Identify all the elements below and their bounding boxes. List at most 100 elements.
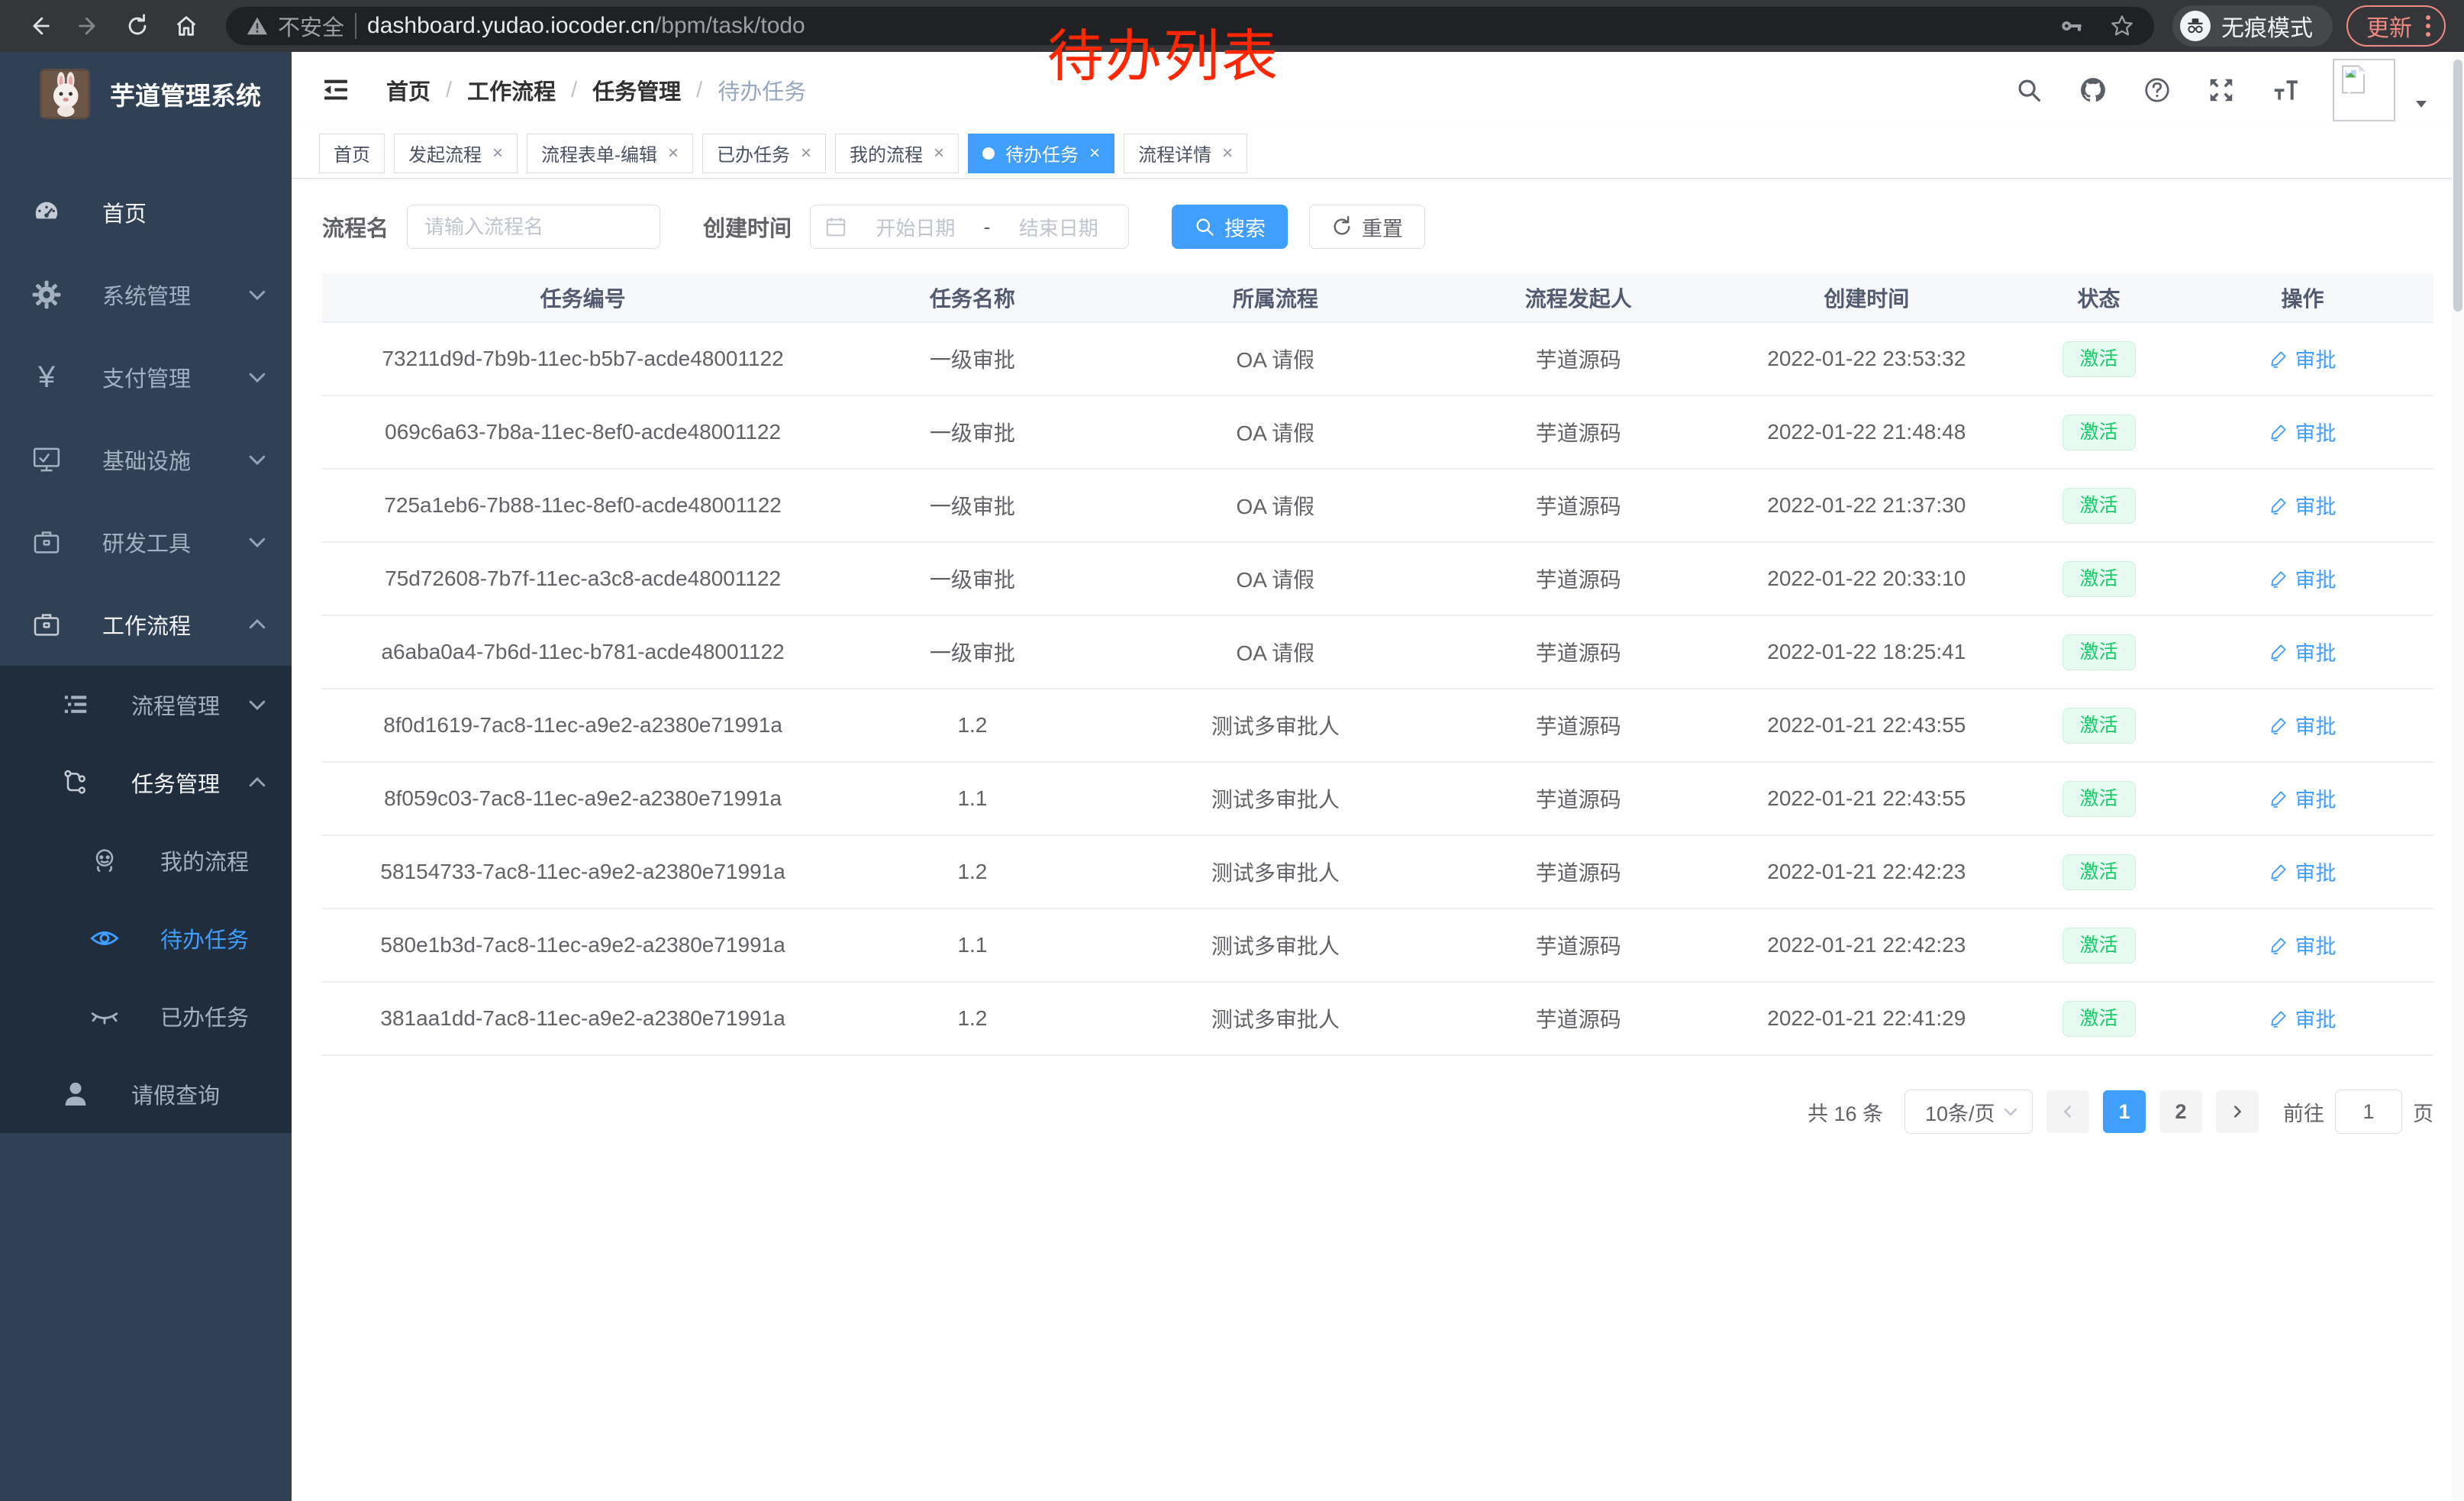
sidebar-item-my-process[interactable]: 我的流程 (0, 822, 292, 899)
caret-down-icon[interactable] (2412, 95, 2430, 117)
github-icon[interactable] (2076, 73, 2110, 107)
url-bar[interactable]: 不安全 dashboard.yudao.iocoder.cn/bpm/task/… (226, 7, 2154, 45)
tab-start-process[interactable]: 发起流程× (394, 134, 518, 173)
cell-status: 激活 (2026, 469, 2172, 542)
sidebar-item-system[interactable]: 系统管理 (0, 253, 292, 336)
cell-process: 测试多审批人 (1101, 689, 1450, 762)
sidebar-item-label: 已办任务 (160, 1000, 269, 1032)
close-icon[interactable]: × (492, 144, 503, 163)
sidebar-item-done-tasks[interactable]: 已办任务 (0, 977, 292, 1055)
search-button[interactable]: 搜索 (1172, 205, 1288, 249)
tab-label: 待办任务 (1005, 140, 1079, 166)
approve-link[interactable]: 审批 (2269, 710, 2336, 740)
approve-link[interactable]: 审批 (2269, 344, 2336, 373)
sidebar-collapse-icon[interactable] (319, 73, 353, 107)
tab-done-tasks[interactable]: 已办任务× (702, 134, 826, 173)
close-icon[interactable]: × (668, 144, 679, 163)
back-icon[interactable] (18, 5, 61, 47)
reload-icon[interactable] (116, 5, 159, 47)
approve-link[interactable]: 审批 (2269, 857, 2336, 886)
dashboard-icon (31, 196, 63, 228)
avatar[interactable] (2333, 59, 2395, 121)
search-icon[interactable] (2012, 73, 2046, 107)
close-icon[interactable]: × (801, 144, 811, 163)
update-button[interactable]: 更新 (2346, 5, 2446, 47)
cell-created: 2022-01-22 23:53:32 (1707, 322, 2026, 395)
breadcrumb-separator: / (571, 78, 577, 103)
breadcrumb-task-mgmt[interactable]: 任务管理 (592, 74, 681, 106)
sidebar-item-infrastructure[interactable]: 基础设施 (0, 418, 292, 501)
cell-process: OA 请假 (1101, 395, 1450, 469)
cell-actions: 审批 (2172, 982, 2433, 1055)
tab-todo-tasks[interactable]: 待办任务 × (968, 134, 1114, 173)
chevron-down-icon (246, 283, 269, 306)
approve-link[interactable]: 审批 (2269, 417, 2336, 447)
tab-process-detail[interactable]: 流程详情× (1124, 134, 1247, 173)
sidebar-item-leave-query[interactable]: 请假查询 (0, 1055, 292, 1133)
sidebar-item-devtools[interactable]: 研发工具 (0, 501, 292, 583)
approve-link[interactable]: 审批 (2269, 783, 2336, 813)
approve-link[interactable]: 审批 (2269, 490, 2336, 520)
home-icon[interactable] (165, 5, 208, 47)
cell-created: 2022-01-22 20:33:10 (1707, 542, 2026, 615)
url-text[interactable]: dashboard.yudao.iocoder.cn/bpm/task/todo (367, 13, 2049, 39)
monitor-icon (31, 444, 63, 476)
app-logo-row[interactable]: 芋道管理系统 (0, 52, 292, 136)
prev-page-button[interactable] (2046, 1090, 2089, 1133)
fullscreen-icon[interactable] (2204, 73, 2238, 107)
cell-created: 2022-01-21 22:43:55 (1707, 689, 2026, 762)
close-icon[interactable]: × (1222, 144, 1233, 163)
password-key-icon[interactable] (2059, 14, 2084, 38)
sidebar-item-task-mgmt[interactable]: 任务管理 (0, 744, 292, 822)
approve-link[interactable]: 审批 (2269, 637, 2336, 667)
cell-starter: 芋道源码 (1450, 469, 1707, 542)
cell-actions: 审批 (2172, 762, 2433, 835)
scrollbar-thumb[interactable] (2453, 60, 2462, 311)
cell-starter: 芋道源码 (1450, 982, 1707, 1055)
sidebar-item-home[interactable]: 首页 (0, 171, 292, 253)
sidebar-item-workflow[interactable]: 工作流程 (0, 583, 292, 666)
page-size-select[interactable]: 10条/页 (1904, 1089, 2033, 1134)
help-icon[interactable] (2140, 73, 2174, 107)
not-secure-warning[interactable]: 不安全 (246, 10, 344, 42)
breadcrumb-separator: / (696, 78, 702, 103)
user-icon (60, 1078, 92, 1110)
browser-menu-icon[interactable] (2426, 15, 2430, 37)
tab-label: 我的流程 (850, 140, 923, 166)
goto-page-input[interactable] (2335, 1089, 2402, 1134)
process-name-input[interactable] (407, 205, 660, 249)
bookmark-star-icon[interactable] (2110, 14, 2134, 38)
reset-button[interactable]: 重置 (1309, 205, 1425, 249)
page-button-2[interactable]: 2 (2159, 1090, 2202, 1133)
approve-link[interactable]: 审批 (2269, 563, 2336, 593)
page-button-1[interactable]: 1 (2103, 1090, 2146, 1133)
table-row: 58154733-7ac8-11ec-a9e2-a2380e71991a1.2测… (322, 835, 2433, 909)
cell-process: OA 请假 (1101, 615, 1450, 689)
scrollbar-track[interactable] (2452, 52, 2464, 1501)
forward-icon[interactable] (67, 5, 110, 47)
tab-process-form-edit[interactable]: 流程表单-编辑× (527, 134, 693, 173)
close-icon[interactable]: × (934, 144, 944, 163)
tab-home[interactable]: 首页 (319, 134, 385, 173)
robot-icon (89, 844, 121, 876)
sidebar-item-todo-tasks[interactable]: 待办任务 (0, 899, 292, 977)
yen-icon: ¥ (31, 361, 63, 393)
close-icon[interactable]: × (1089, 144, 1100, 163)
cell-status: 激活 (2026, 395, 2172, 469)
status-badge: 激活 (2062, 708, 2136, 744)
date-range-picker[interactable]: 开始日期 - 结束日期 (810, 205, 1129, 249)
broken-image-icon (2337, 63, 2369, 95)
approve-link[interactable]: 审批 (2269, 1003, 2336, 1033)
sidebar-item-process-mgmt[interactable]: 流程管理 (0, 666, 292, 744)
total-count: 共 16 条 (1808, 1097, 1883, 1127)
breadcrumb-home[interactable]: 首页 (386, 74, 431, 106)
next-page-button[interactable] (2216, 1090, 2259, 1133)
status-badge: 激活 (2062, 928, 2136, 964)
sidebar-item-label: 请假查询 (131, 1078, 269, 1110)
approve-link[interactable]: 审批 (2269, 930, 2336, 960)
cell-task-id: a6aba0a4-7b6d-11ec-b781-acde48001122 (322, 615, 843, 689)
font-size-icon[interactable] (2269, 73, 2302, 107)
tab-my-process[interactable]: 我的流程 × (835, 134, 959, 173)
sidebar-item-payment[interactable]: ¥ 支付管理 (0, 336, 292, 418)
breadcrumb-workflow[interactable]: 工作流程 (467, 74, 556, 106)
